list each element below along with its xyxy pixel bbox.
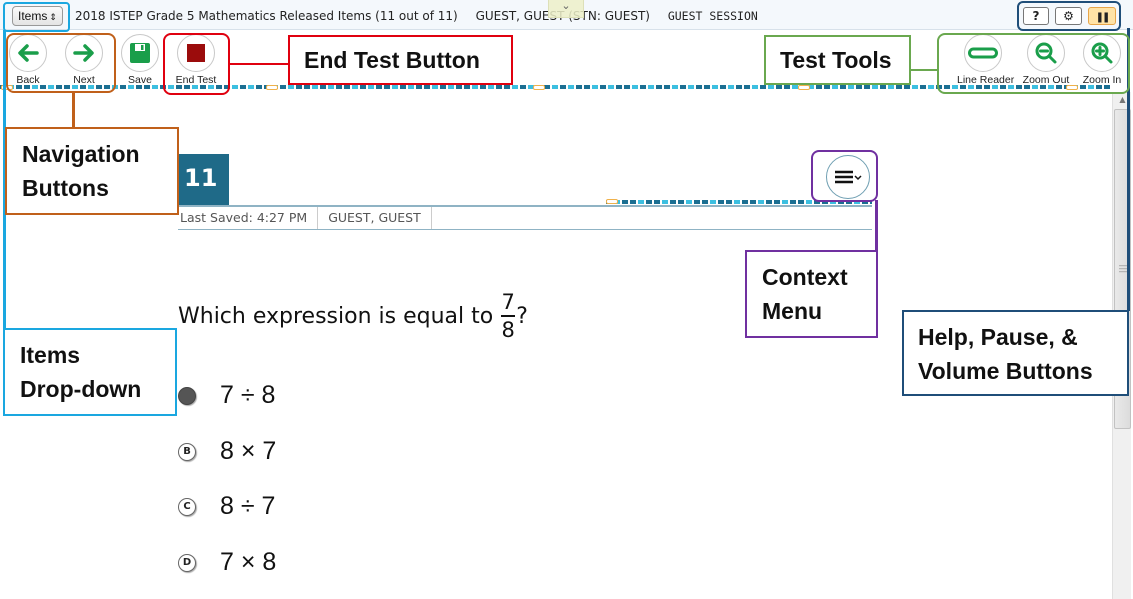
context-menu-button[interactable] xyxy=(826,155,870,199)
toolbar-divider xyxy=(0,85,1110,89)
item-divider xyxy=(606,200,872,204)
help-callout-line2: Volume Buttons xyxy=(918,358,1093,384)
grip-icon: ― ― ― xyxy=(1119,261,1128,277)
context-connector-line xyxy=(875,200,878,252)
items-dropdown-callout: Items Drop-down xyxy=(3,328,177,416)
back-button[interactable]: Back xyxy=(3,34,53,86)
hamburger-menu-icon xyxy=(835,170,862,184)
items-callout-line1: Items xyxy=(20,342,81,368)
fraction-denominator: 8 xyxy=(501,318,515,342)
toolbar: Back Next Save End Test Line Reader Zoom… xyxy=(0,30,1133,88)
navigation-callout-line1: Navigation xyxy=(22,141,140,167)
items-dropdown[interactable]: Items ⇕ xyxy=(12,6,63,26)
session-name: GUEST SESSION xyxy=(667,9,758,23)
option-text: 7 ÷ 8 xyxy=(220,381,276,409)
option-text: 8 × 7 xyxy=(220,437,277,465)
answer-option-b[interactable]: B 8 × 7 xyxy=(178,437,276,466)
pause-icon: ❚❚ xyxy=(1095,12,1111,23)
line-reader-button[interactable]: Line Reader xyxy=(957,34,1014,86)
save-button[interactable]: Save xyxy=(115,34,165,86)
context-callout-line2: Menu xyxy=(762,298,823,324)
next-button[interactable]: Next xyxy=(59,34,109,86)
zoom-out-icon xyxy=(1035,42,1057,64)
radio-selected-icon[interactable] xyxy=(178,386,196,405)
fraction-bar xyxy=(501,315,516,317)
divider-marker xyxy=(606,199,618,204)
question-text: Which expression is equal to xyxy=(178,303,494,329)
last-saved: Last Saved: 4:27 PM xyxy=(178,207,319,229)
line-reader-icon xyxy=(968,47,998,59)
items-dropdown-label: Items xyxy=(18,9,48,23)
divider-marker xyxy=(533,85,545,90)
option-text: 8 ÷ 7 xyxy=(220,492,276,520)
zoom-in-icon xyxy=(1091,42,1113,64)
arrow-right-icon xyxy=(73,44,94,62)
chevron-down-icon: ⌄ xyxy=(561,0,571,12)
navigation-connector-line xyxy=(72,92,75,128)
item-student: GUEST, GUEST xyxy=(318,207,432,229)
navigation-callout: Navigation Buttons xyxy=(5,127,179,215)
items-callout-line2: Drop-down xyxy=(20,376,142,402)
help-pause-callout: Help, Pause, & Volume Buttons xyxy=(902,310,1129,396)
zoom-in-button[interactable]: Zoom In xyxy=(1077,34,1127,86)
divider-marker xyxy=(266,85,278,90)
context-callout-line1: Context xyxy=(762,264,848,290)
item-meta-rule xyxy=(178,229,872,230)
radio-b-icon[interactable]: B xyxy=(178,442,196,461)
end-test-button[interactable]: End Test xyxy=(171,34,221,86)
floppy-disk-icon xyxy=(130,43,150,63)
tools-connector-line xyxy=(909,69,938,71)
answer-option-c[interactable]: C 8 ÷ 7 xyxy=(178,492,275,521)
question-stem: Which expression is equal to 7 8 ? xyxy=(178,290,528,342)
end-test-callout: End Test Button xyxy=(288,35,513,85)
collapse-toggle[interactable]: ⌄ xyxy=(548,0,584,18)
arrow-left-icon xyxy=(18,44,39,62)
help-button[interactable]: ? xyxy=(1023,7,1049,25)
test-info: 2018 ISTEP Grade 5 Mathematics Released … xyxy=(75,9,772,23)
fraction: 7 8 xyxy=(501,290,516,342)
navigation-callout-line2: Buttons xyxy=(22,175,109,201)
radio-c-icon[interactable]: C xyxy=(178,497,196,516)
option-text: 7 × 8 xyxy=(220,548,277,576)
test-tools-callout-text: Test Tools xyxy=(780,47,892,73)
gear-icon: ⚙ xyxy=(1063,9,1074,23)
updown-chevron-icon: ⇕ xyxy=(49,12,57,22)
answer-option-d[interactable]: D 7 × 8 xyxy=(178,548,276,577)
test-tools-callout: Test Tools xyxy=(764,35,911,85)
divider-marker xyxy=(1066,85,1078,90)
question-mark: ? xyxy=(516,303,528,329)
item-number-badge: 11 xyxy=(178,154,229,205)
zoom-out-button[interactable]: Zoom Out xyxy=(1021,34,1071,86)
test-name: 2018 ISTEP Grade 5 Mathematics Released … xyxy=(75,9,458,23)
end-test-callout-text: End Test Button xyxy=(304,47,480,73)
context-menu-callout: Context Menu xyxy=(745,250,878,338)
end-test-connector-line xyxy=(230,63,288,65)
help-connector-line xyxy=(1127,28,1130,311)
settings-button[interactable]: ⚙ xyxy=(1055,7,1082,25)
fraction-numerator: 7 xyxy=(501,290,515,314)
question-icon: ? xyxy=(1032,9,1040,23)
top-bar: Items ⇕ 2018 ISTEP Grade 5 Mathematics Re… xyxy=(0,0,1133,30)
divider-marker xyxy=(798,85,810,90)
answer-option-a[interactable]: 7 ÷ 8 xyxy=(178,381,275,410)
help-callout-line1: Help, Pause, & xyxy=(918,324,1078,350)
radio-d-icon[interactable]: D xyxy=(178,553,196,572)
stop-square-icon xyxy=(187,44,205,62)
item-meta: Last Saved: 4:27 PM GUEST, GUEST xyxy=(178,207,432,229)
pause-button[interactable]: ❚❚ xyxy=(1088,7,1116,25)
